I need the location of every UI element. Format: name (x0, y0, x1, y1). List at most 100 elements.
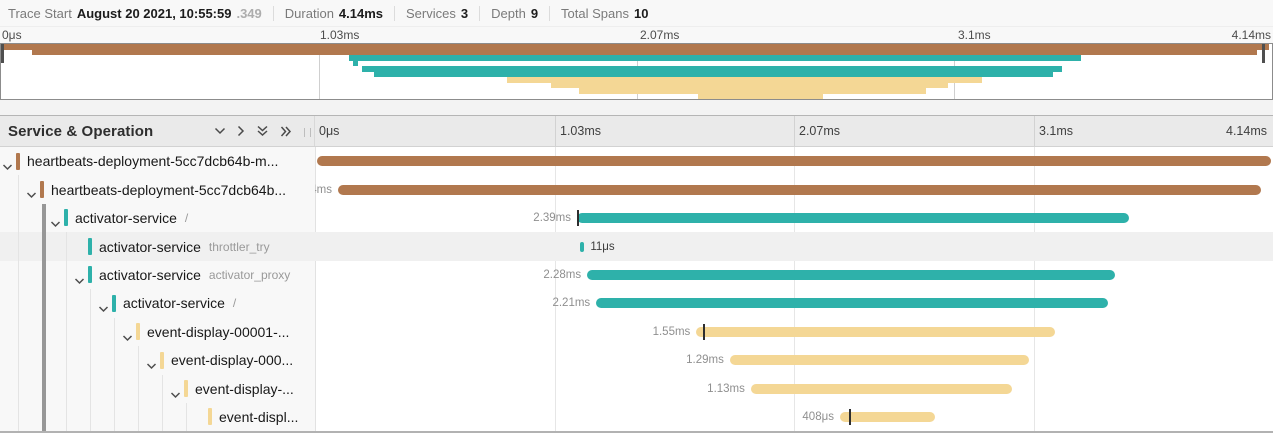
indent-guide (162, 403, 163, 431)
indent-guide (90, 375, 91, 403)
span-duration-label: 2.21ms (552, 289, 590, 317)
span-name-cell[interactable]: heartbeats-deployment-5cc7dcb64b-m... (0, 147, 315, 175)
minimap-span-bar (349, 55, 1081, 61)
indent-guide (138, 346, 139, 374)
double-chevron-right-icon[interactable] (280, 125, 292, 138)
chevron-down-icon[interactable] (2, 158, 13, 175)
span-timeline-cell: 1.29ms (315, 346, 1273, 374)
span-name-cell[interactable]: activator-serviceactivator_proxy (0, 261, 315, 289)
span-bar[interactable] (840, 412, 935, 422)
span-name-cell[interactable]: heartbeats-deployment-5cc7dcb64b... (0, 175, 315, 203)
indent-guide (18, 204, 19, 232)
span-color-marker (112, 295, 116, 312)
chevron-down-icon[interactable] (214, 127, 226, 135)
span-row[interactable]: heartbeats-deployment-5cc7dcb64b...4ms (0, 175, 1273, 203)
header-gridline (794, 116, 795, 146)
span-bar[interactable] (751, 384, 1013, 394)
chevron-down-icon[interactable] (50, 215, 61, 232)
span-name-cell[interactable]: activator-servicethrottler_try (0, 232, 315, 260)
indent-guide (186, 403, 187, 431)
span-row[interactable]: activator-serviceactivator_proxy2.28ms (0, 261, 1273, 289)
span-service-name: event-display-... (195, 381, 294, 397)
span-bar[interactable] (317, 156, 1271, 166)
trace-services: Services 3 (406, 6, 468, 21)
indent-guide (138, 375, 139, 403)
collapse-controls (214, 125, 292, 138)
minimap-canvas[interactable] (0, 43, 1273, 100)
span-bar[interactable] (580, 242, 583, 252)
span-row[interactable]: event-display-...1.13ms (0, 375, 1273, 403)
services-label: Services (406, 6, 456, 21)
span-bar[interactable] (587, 270, 1115, 280)
span-name-cell[interactable]: event-displ... (0, 403, 315, 431)
timeline-tick: 4.14ms (1226, 124, 1267, 138)
span-name-cell[interactable]: activator-service/ (0, 289, 315, 317)
span-service-name: heartbeats-deployment-5cc7dcb64b... (51, 182, 286, 198)
span-name-cell[interactable]: event-display-00001-... (0, 318, 315, 346)
span-name-cell[interactable]: event-display-... (0, 375, 315, 403)
span-row[interactable]: event-displ... 408μs (0, 403, 1273, 431)
span-timeline-cell: 1.55ms (315, 318, 1273, 346)
span-timeline-cell: 11μs (315, 232, 1273, 260)
span-service-name: event-displ... (219, 409, 298, 425)
section-spacer (0, 100, 1273, 115)
span-bar[interactable] (577, 213, 1129, 223)
minimap-tick: 4.14ms (1232, 28, 1271, 42)
header-gridline (1034, 116, 1035, 146)
trace-start-value: August 20 2021, 10:55:59 (77, 6, 232, 21)
column-resizer[interactable] (304, 128, 311, 137)
span-row[interactable]: activator-service/2.39ms (0, 204, 1273, 232)
indent-guide (90, 289, 91, 317)
minimap-right-scrubber[interactable] (1262, 44, 1265, 63)
span-row[interactable]: event-display-00001-... 1.55ms (0, 318, 1273, 346)
indent-guide (66, 232, 67, 260)
active-indent-guide (42, 204, 46, 433)
span-service-name: event-display-00001-... (147, 324, 289, 340)
span-name-cell[interactable]: event-display-000... (0, 346, 315, 374)
timeline-header: Service & Operation 0μs (0, 115, 1273, 147)
span-color-marker (208, 408, 212, 425)
indent-guide (18, 289, 19, 317)
minimap-tick-labels: 0μs 1.03ms 2.07ms 3.1ms 4.14ms (0, 27, 1273, 43)
chevron-down-icon[interactable] (122, 329, 133, 346)
span-color-marker (88, 238, 92, 255)
span-duration-label: 2.39ms (533, 204, 571, 232)
indent-guide (114, 318, 115, 346)
span-bar[interactable] (596, 298, 1108, 308)
span-bar[interactable] (338, 185, 1262, 195)
indent-guide (162, 375, 163, 403)
span-duration-label: 1.29ms (686, 346, 724, 374)
chevron-down-icon[interactable] (146, 357, 157, 374)
chevron-down-icon[interactable] (74, 272, 85, 289)
minimap-left-scrubber[interactable] (1, 44, 4, 63)
chevron-down-icon[interactable] (170, 386, 181, 403)
span-timeline-cell: 2.28ms (315, 261, 1273, 289)
chevron-down-icon[interactable] (26, 186, 37, 203)
span-timeline-cell (315, 147, 1273, 175)
span-operation-name: / (233, 296, 236, 310)
trace-depth: Depth 9 (491, 6, 538, 21)
trace-start: Trace Start August 20 2021, 10:55:59.349 (8, 6, 262, 21)
divider (549, 6, 550, 21)
total-spans-label: Total Spans (561, 6, 629, 21)
span-row[interactable]: activator-service/2.21ms (0, 289, 1273, 317)
chevron-down-icon[interactable] (98, 300, 109, 317)
span-row[interactable]: heartbeats-deployment-5cc7dcb64b-m... (0, 147, 1273, 175)
span-name-cell[interactable]: activator-service/ (0, 204, 315, 232)
span-bar[interactable] (696, 327, 1054, 337)
span-color-marker (136, 323, 140, 340)
timeline-tick: 2.07ms (799, 124, 840, 138)
services-value: 3 (461, 6, 468, 21)
double-chevron-down-icon[interactable] (256, 125, 269, 137)
span-log-tick-icon (849, 409, 851, 425)
span-row[interactable]: event-display-000... 1.29ms (0, 346, 1273, 374)
minimap-tick: 1.03ms (320, 28, 359, 42)
span-bar[interactable] (730, 355, 1029, 365)
span-color-marker (184, 380, 188, 397)
indent-guide (138, 403, 139, 431)
timeline-tick: 1.03ms (560, 124, 601, 138)
chevron-right-icon[interactable] (237, 125, 245, 137)
span-row[interactable]: activator-servicethrottler_try11μs (0, 232, 1273, 260)
indent-guide (66, 375, 67, 403)
span-timeline-cell: 408μs (315, 403, 1273, 431)
